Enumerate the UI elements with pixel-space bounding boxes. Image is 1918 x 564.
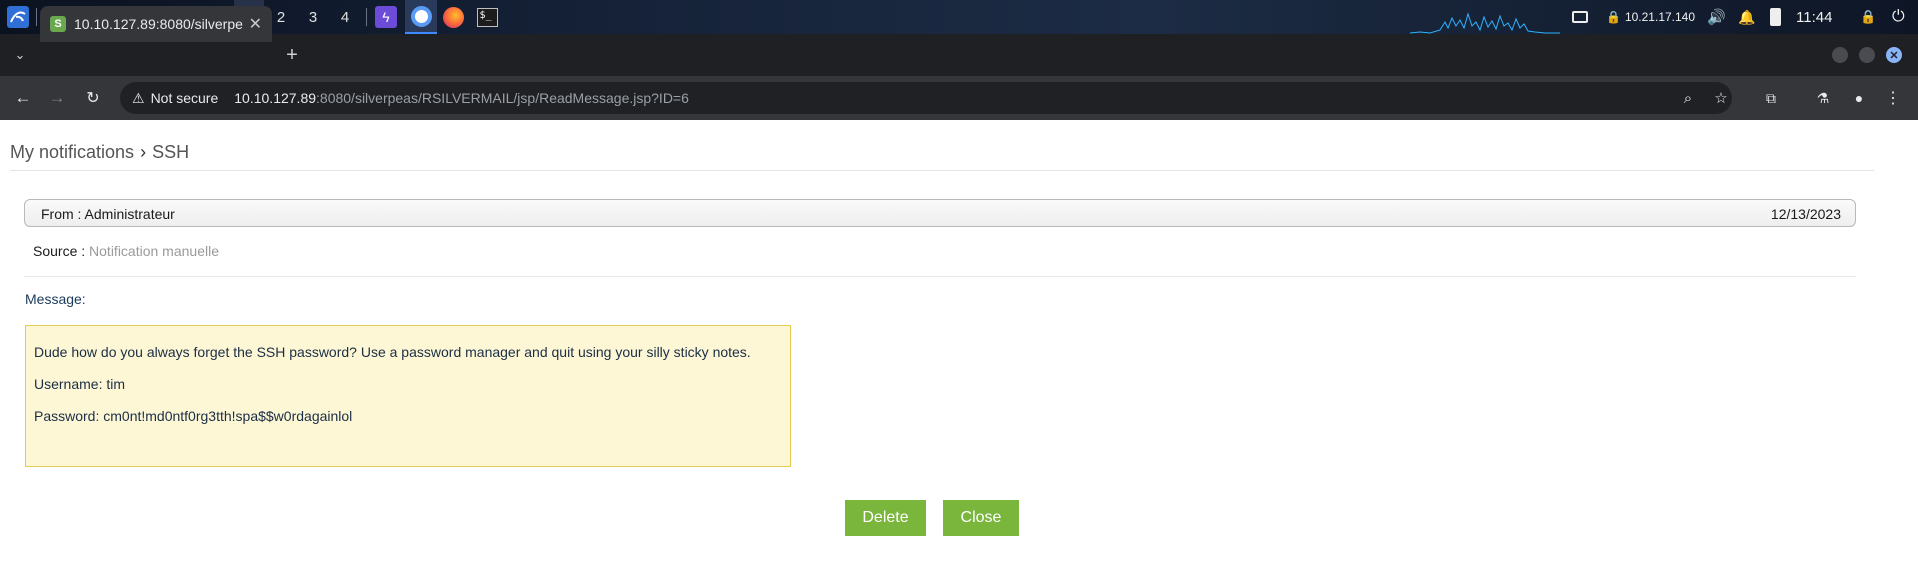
message-body: Dude how do you always forget the SSH pa… [25,325,791,467]
bookmark-star-icon[interactable]: ☆ [1708,82,1734,114]
profile-icon[interactable]: ● [1846,82,1872,114]
source-row: Source : Notification manuelle [33,243,219,259]
source-value: Notification manuelle [89,243,219,259]
maximize-window-button[interactable] [1859,47,1875,63]
message-header: From : Administrateur 12/13/2023 [24,199,1856,227]
new-tab-icon[interactable]: + [280,34,304,76]
sender-label: From : Administrateur [41,206,175,222]
os-taskbar: $_ ⌄ 1 2 3 4 ϟ $_ 🔒 10.21.17.140 🔊 🔔 11:… [0,0,1918,34]
breadcrumb-divider [10,170,1874,171]
message-line: Dude how do you always forget the SSH pa… [34,344,751,360]
tab-search-icon[interactable]: ⌄ [6,34,34,76]
lock-icon[interactable]: 🔒 [1860,0,1876,34]
source-label: Source : [33,243,86,259]
workspace-3[interactable]: 3 [298,0,328,34]
security-label[interactable]: Not secure [151,90,219,106]
labs-flask-icon[interactable]: ⚗ [1810,82,1836,114]
zoom-icon[interactable]: ⌕ [1675,82,1701,114]
message-line: Password: cm0nt!md0ntf0rg3tth!spa$$w0rda… [34,408,353,424]
chromium-icon[interactable] [405,0,437,34]
breadcrumb-ssh: SSH [152,142,190,162]
close-window-button[interactable]: ✕ [1886,47,1902,63]
network-activity-graph [1410,12,1560,34]
volume-icon[interactable]: 🔊 [1707,0,1726,34]
workspace-4[interactable]: 4 [330,0,360,34]
chevron-right-icon: › [140,142,147,162]
minimize-window-button[interactable] [1832,47,1848,63]
extensions-icon[interactable]: ⧉ [1758,82,1784,114]
page-content: My notifications › SSH From : Administra… [0,120,1918,564]
battery-icon[interactable] [1770,0,1781,34]
menu-kebab-icon[interactable]: ⋮ [1880,82,1906,114]
url-host: 10.10.127.89 [234,90,317,106]
back-arrow-icon[interactable]: ← [8,76,38,120]
reload-icon[interactable]: ↻ [78,76,108,120]
close-button[interactable]: Close [943,500,1019,536]
forward-arrow-icon[interactable]: → [42,76,72,120]
address-bar[interactable]: ⚠ Not secure 10.10.127.89:8080/silverpea… [120,82,1732,114]
breadcrumb: My notifications › SSH [10,142,189,163]
url-path: :8080/silverpeas/RSILVERMAIL/jsp/ReadMes… [316,90,689,106]
message-date: 12/13/2023 [1770,206,1841,222]
delete-button[interactable]: Delete [845,500,926,536]
warning-icon[interactable]: ⚠ [132,90,145,107]
power-icon[interactable]: ⏻ [1892,0,1905,34]
kali-menu-icon[interactable] [4,0,32,34]
message-label: Message: [25,291,86,307]
vpn-icon: 🔒 10.21.17.140 [1606,10,1696,24]
silverpeas-favicon-icon: S [50,16,66,32]
breadcrumb-my-notifications[interactable]: My notifications [10,142,134,163]
source-divider [24,276,1856,277]
close-tab-icon[interactable]: ✕ [249,14,262,34]
firefox-icon[interactable] [440,0,466,34]
clock[interactable]: 11:44 [1796,0,1832,34]
notification-bell-icon[interactable]: 🔔 [1738,0,1755,34]
vpn-ip: 10.21.17.140 [1624,10,1696,24]
browser-tab[interactable]: S 10.10.127.89:8080/silverpeas/RSILVERMA… [40,6,272,42]
message-line: Username: tim [34,376,126,392]
terminal-icon[interactable]: $_ [474,0,500,34]
tab-title: 10.10.127.89:8080/silverpeas/RSILVERMAIL… [74,16,243,32]
burp-icon[interactable]: ϟ [373,0,399,34]
display-icon[interactable] [1572,0,1588,34]
